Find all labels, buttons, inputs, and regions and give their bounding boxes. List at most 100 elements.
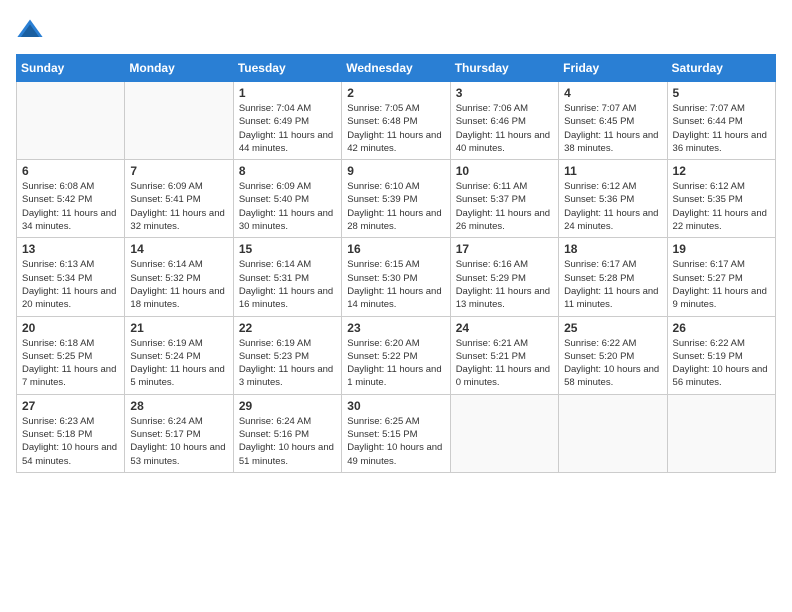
calendar-week-5: 27 Sunrise: 6:23 AM Sunset: 5:18 PM Dayli…: [17, 394, 776, 472]
day-number: 8: [239, 164, 336, 178]
day-number: 27: [22, 399, 119, 413]
day-number: 1: [239, 86, 336, 100]
calendar-cell: [450, 394, 558, 472]
day-info: Sunrise: 6:19 AM Sunset: 5:24 PM Dayligh…: [130, 337, 227, 390]
calendar-header-monday: Monday: [125, 55, 233, 82]
calendar-week-3: 13 Sunrise: 6:13 AM Sunset: 5:34 PM Dayli…: [17, 238, 776, 316]
calendar-cell: 22Sunrise: 6:19 AM Sunset: 5:23 PM Dayli…: [233, 316, 341, 394]
day-info: Sunrise: 7:06 AM Sunset: 6:46 PM Dayligh…: [456, 102, 553, 155]
day-info: Sunrise: 6:12 AM Sunset: 5:36 PM Dayligh…: [564, 180, 661, 233]
day-number: 21: [130, 321, 227, 335]
header: [16, 16, 776, 44]
day-number: 4: [564, 86, 661, 100]
calendar-week-4: 20 Sunrise: 6:18 AM Sunset: 5:25 PM Dayli…: [17, 316, 776, 394]
calendar-table: SundayMondayTuesdayWednesdayThursdayFrid…: [16, 54, 776, 473]
day-info: Sunrise: 6:11 AM Sunset: 5:37 PM Dayligh…: [456, 180, 553, 233]
day-info: Sunrise: 6:09 AM Sunset: 5:41 PM Dayligh…: [130, 180, 227, 233]
day-number: 24: [456, 321, 553, 335]
calendar-cell: 26 Sunrise: 6:22 AM Sunset: 5:19 PM Dayli…: [667, 316, 775, 394]
day-number: 17: [456, 242, 553, 256]
day-number: 29: [239, 399, 336, 413]
day-info: Sunrise: 6:19 AM Sunset: 5:23 PM Dayligh…: [239, 337, 336, 390]
calendar-header-thursday: Thursday: [450, 55, 558, 82]
day-number: 7: [130, 164, 227, 178]
day-info: Sunrise: 6:20 AM Sunset: 5:22 PM Dayligh…: [347, 337, 444, 390]
day-info: Sunrise: 7:05 AM Sunset: 6:48 PM Dayligh…: [347, 102, 444, 155]
calendar-cell: 16 Sunrise: 6:15 AM Sunset: 5:30 PM Dayli…: [342, 238, 450, 316]
calendar-cell: [17, 82, 125, 160]
day-info: Sunrise: 6:08 AM Sunset: 5:42 PM Dayligh…: [22, 180, 119, 233]
day-number: 26: [673, 321, 770, 335]
day-info: Sunrise: 6:23 AM Sunset: 5:18 PM Dayligh…: [22, 415, 119, 468]
day-number: 19: [673, 242, 770, 256]
calendar-cell: [559, 394, 667, 472]
day-number: 18: [564, 242, 661, 256]
day-number: 30: [347, 399, 444, 413]
calendar-week-1: 1Sunrise: 7:04 AM Sunset: 6:49 PM Daylig…: [17, 82, 776, 160]
day-info: Sunrise: 6:24 AM Sunset: 5:17 PM Dayligh…: [130, 415, 227, 468]
calendar-cell: [667, 394, 775, 472]
calendar-cell: 6 Sunrise: 6:08 AM Sunset: 5:42 PM Daylig…: [17, 160, 125, 238]
calendar-cell: 11 Sunrise: 6:12 AM Sunset: 5:36 PM Dayli…: [559, 160, 667, 238]
day-number: 28: [130, 399, 227, 413]
calendar-cell: 17 Sunrise: 6:16 AM Sunset: 5:29 PM Dayli…: [450, 238, 558, 316]
day-number: 14: [130, 242, 227, 256]
calendar-cell: 10 Sunrise: 6:11 AM Sunset: 5:37 PM Dayli…: [450, 160, 558, 238]
calendar-header-friday: Friday: [559, 55, 667, 82]
day-info: Sunrise: 6:18 AM Sunset: 5:25 PM Dayligh…: [22, 337, 119, 390]
logo-icon: [16, 16, 44, 44]
calendar-cell: 15Sunrise: 6:14 AM Sunset: 5:31 PM Dayli…: [233, 238, 341, 316]
calendar-cell: 1Sunrise: 7:04 AM Sunset: 6:49 PM Daylig…: [233, 82, 341, 160]
day-info: Sunrise: 6:14 AM Sunset: 5:31 PM Dayligh…: [239, 258, 336, 311]
day-number: 5: [673, 86, 770, 100]
calendar-cell: 8 Sunrise: 6:09 AM Sunset: 5:40 PM Daylig…: [233, 160, 341, 238]
day-number: 16: [347, 242, 444, 256]
day-number: 20: [22, 321, 119, 335]
day-number: 10: [456, 164, 553, 178]
logo: [16, 16, 48, 44]
day-info: Sunrise: 6:21 AM Sunset: 5:21 PM Dayligh…: [456, 337, 553, 390]
calendar-cell: 13 Sunrise: 6:13 AM Sunset: 5:34 PM Dayli…: [17, 238, 125, 316]
day-info: Sunrise: 6:24 AM Sunset: 5:16 PM Dayligh…: [239, 415, 336, 468]
day-info: Sunrise: 6:14 AM Sunset: 5:32 PM Dayligh…: [130, 258, 227, 311]
calendar-cell: 24 Sunrise: 6:21 AM Sunset: 5:21 PM Dayli…: [450, 316, 558, 394]
day-info: Sunrise: 6:10 AM Sunset: 5:39 PM Dayligh…: [347, 180, 444, 233]
day-info: Sunrise: 6:17 AM Sunset: 5:27 PM Dayligh…: [673, 258, 770, 311]
day-number: 11: [564, 164, 661, 178]
day-info: Sunrise: 6:15 AM Sunset: 5:30 PM Dayligh…: [347, 258, 444, 311]
calendar-cell: [125, 82, 233, 160]
calendar-cell: 25Sunrise: 6:22 AM Sunset: 5:20 PM Dayli…: [559, 316, 667, 394]
calendar-cell: 20 Sunrise: 6:18 AM Sunset: 5:25 PM Dayli…: [17, 316, 125, 394]
calendar-cell: 9 Sunrise: 6:10 AM Sunset: 5:39 PM Daylig…: [342, 160, 450, 238]
calendar-cell: 2 Sunrise: 7:05 AM Sunset: 6:48 PM Daylig…: [342, 82, 450, 160]
calendar-header-saturday: Saturday: [667, 55, 775, 82]
day-number: 23: [347, 321, 444, 335]
calendar-cell: 29 Sunrise: 6:24 AM Sunset: 5:16 PM Dayli…: [233, 394, 341, 472]
calendar-cell: 5 Sunrise: 7:07 AM Sunset: 6:44 PM Daylig…: [667, 82, 775, 160]
calendar-cell: 18 Sunrise: 6:17 AM Sunset: 5:28 PM Dayli…: [559, 238, 667, 316]
day-number: 3: [456, 86, 553, 100]
day-info: Sunrise: 7:07 AM Sunset: 6:45 PM Dayligh…: [564, 102, 661, 155]
calendar-header-tuesday: Tuesday: [233, 55, 341, 82]
day-info: Sunrise: 6:09 AM Sunset: 5:40 PM Dayligh…: [239, 180, 336, 233]
day-info: Sunrise: 6:22 AM Sunset: 5:19 PM Dayligh…: [673, 337, 770, 390]
day-info: Sunrise: 6:22 AM Sunset: 5:20 PM Dayligh…: [564, 337, 661, 390]
calendar-cell: 14 Sunrise: 6:14 AM Sunset: 5:32 PM Dayli…: [125, 238, 233, 316]
day-number: 13: [22, 242, 119, 256]
day-number: 6: [22, 164, 119, 178]
calendar-cell: 7 Sunrise: 6:09 AM Sunset: 5:41 PM Daylig…: [125, 160, 233, 238]
day-info: Sunrise: 6:16 AM Sunset: 5:29 PM Dayligh…: [456, 258, 553, 311]
calendar-cell: 21 Sunrise: 6:19 AM Sunset: 5:24 PM Dayli…: [125, 316, 233, 394]
day-info: Sunrise: 6:13 AM Sunset: 5:34 PM Dayligh…: [22, 258, 119, 311]
day-info: Sunrise: 6:25 AM Sunset: 5:15 PM Dayligh…: [347, 415, 444, 468]
day-info: Sunrise: 6:17 AM Sunset: 5:28 PM Dayligh…: [564, 258, 661, 311]
calendar-cell: 12Sunrise: 6:12 AM Sunset: 5:35 PM Dayli…: [667, 160, 775, 238]
day-number: 2: [347, 86, 444, 100]
day-number: 9: [347, 164, 444, 178]
day-info: Sunrise: 7:07 AM Sunset: 6:44 PM Dayligh…: [673, 102, 770, 155]
calendar-cell: 4 Sunrise: 7:07 AM Sunset: 6:45 PM Daylig…: [559, 82, 667, 160]
calendar-header-row: SundayMondayTuesdayWednesdayThursdayFrid…: [17, 55, 776, 82]
calendar-cell: 27 Sunrise: 6:23 AM Sunset: 5:18 PM Dayli…: [17, 394, 125, 472]
day-number: 12: [673, 164, 770, 178]
calendar-week-2: 6 Sunrise: 6:08 AM Sunset: 5:42 PM Daylig…: [17, 160, 776, 238]
